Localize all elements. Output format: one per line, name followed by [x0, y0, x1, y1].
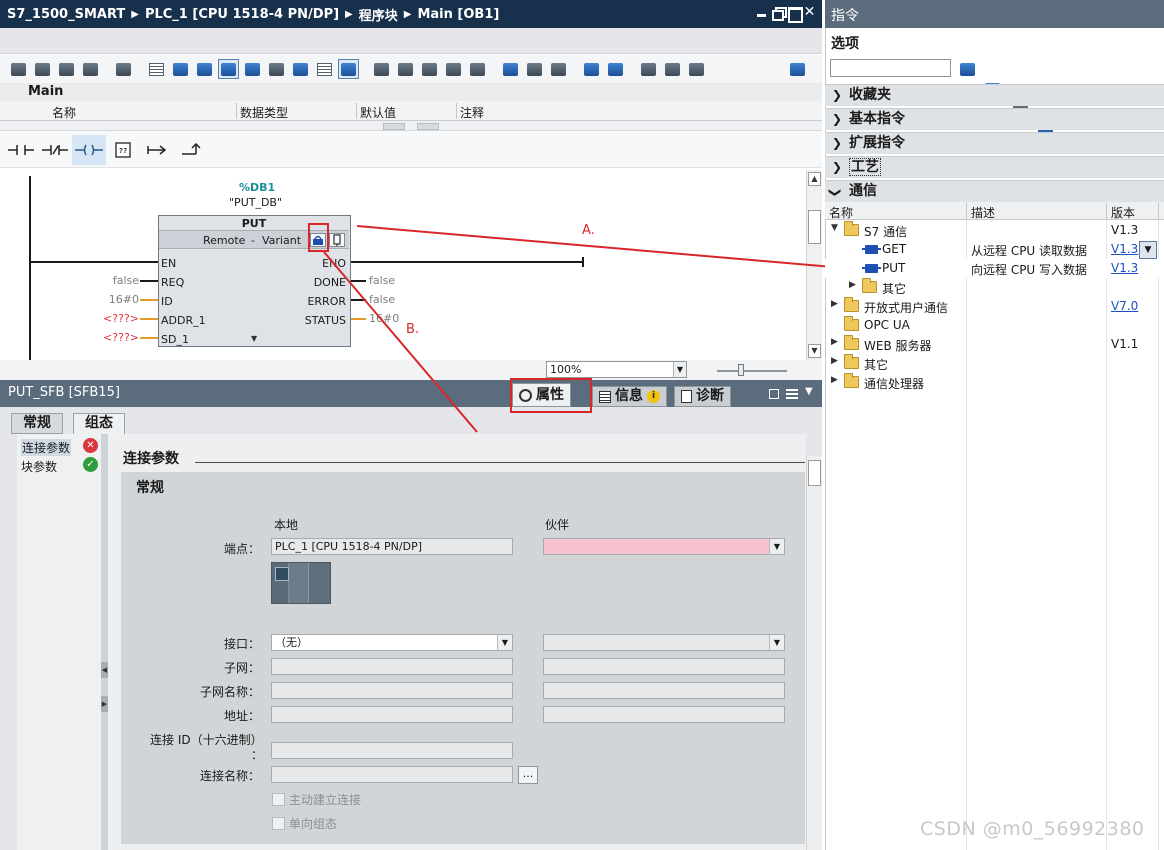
instruction-name: 其它: [882, 282, 907, 296]
watermark-text: CSDN @m0_56992380: [920, 818, 1145, 840]
annotation-box-properties-tab: [510, 378, 592, 413]
instruction-row[interactable]: ▶ WEB 服务器 V1.1: [825, 335, 1164, 354]
section-favorites-label: 收藏夹: [849, 87, 891, 103]
expand-open-icon[interactable]: ▼: [831, 223, 838, 233]
instruction-version: V1.3: [1111, 223, 1139, 237]
search-down-icon[interactable]: [957, 59, 978, 79]
instruction-description: 从远程 CPU 读取数据: [971, 244, 1088, 258]
instruction-name: OPC UA: [864, 318, 910, 332]
instruction-row[interactable]: ▶ 通信处理器: [825, 373, 1164, 392]
instruction-name: 开放式用户通信: [864, 301, 949, 315]
section-basic-label: 基本指令: [849, 111, 905, 127]
function-block-icon: [862, 264, 881, 273]
column-name[interactable]: 名称: [829, 204, 853, 221]
instruction-version[interactable]: V7.0: [1111, 299, 1138, 313]
expand-closed-icon[interactable]: ▶: [831, 356, 838, 366]
expand-closed-icon[interactable]: ▶: [849, 280, 856, 290]
folder-icon: [844, 335, 859, 350]
instruction-row[interactable]: ▶ 开放式用户通信 V7.0: [825, 297, 1164, 316]
expand-closed-icon[interactable]: ▶: [831, 375, 838, 385]
section-extended-instructions[interactable]: ❯ 扩展指令: [825, 132, 1164, 154]
function-block-icon: [862, 245, 881, 254]
options-label: 选项: [831, 36, 859, 52]
folder-icon: [844, 297, 859, 312]
chevron-right-icon: ❯: [832, 160, 843, 174]
annotation-label-b: B.: [406, 322, 420, 337]
column-description[interactable]: 描述: [971, 204, 995, 221]
instruction-name: S7 通信: [864, 225, 908, 239]
section-favorites[interactable]: ❯ 收藏夹: [825, 84, 1164, 106]
section-technology[interactable]: ❯ 工艺: [825, 156, 1164, 178]
instruction-name: 其它: [864, 358, 889, 372]
instruction-table-header: 名称 描述 版本: [825, 202, 1164, 220]
instruction-row[interactable]: PUT 向远程 CPU 写入数据 V1.3: [825, 259, 1164, 278]
instruction-version: V1.1: [1111, 337, 1139, 351]
annotation-arrow-a: [356, 225, 857, 270]
expand-closed-icon[interactable]: ▶: [831, 299, 838, 309]
section-communication-label: 通信: [849, 183, 877, 199]
instruction-row[interactable]: OPC UA: [825, 316, 1164, 335]
chevron-right-icon: ❯: [832, 88, 843, 102]
instruction-name: 通信处理器: [864, 377, 925, 391]
instruction-row[interactable]: GET 从远程 CPU 读取数据 V1.3: [825, 240, 1164, 259]
instruction-row[interactable]: ▶ 其它: [825, 354, 1164, 373]
annotation-box-config-icon: [308, 223, 329, 252]
folder-icon: [844, 354, 859, 369]
chevron-right-icon: ❯: [832, 112, 843, 126]
instruction-row[interactable]: ▼ S7 通信 V1.3: [825, 221, 1164, 240]
instruction-name: GET: [882, 242, 907, 256]
instructions-panel-title: 指令: [825, 0, 1164, 28]
version-dropdown-icon[interactable]: ▼: [1139, 241, 1157, 259]
instruction-version[interactable]: V1.3: [1111, 261, 1138, 275]
section-basic-instructions[interactable]: ❯ 基本指令: [825, 108, 1164, 130]
instruction-row[interactable]: ▶ 其它: [825, 278, 1164, 297]
tia-portal-window: S7_1500_SMART ▶ PLC_1 [CPU 1518-4 PN/DP]…: [0, 0, 1164, 850]
instruction-name: WEB 服务器: [864, 339, 932, 353]
section-technology-label: 工艺: [849, 158, 881, 176]
annotation-arrow-b: [323, 251, 478, 433]
instruction-description: 向远程 CPU 写入数据: [971, 263, 1088, 277]
instruction-version[interactable]: V1.3: [1111, 242, 1138, 256]
folder-icon: [862, 278, 877, 293]
chevron-down-icon: ❯: [828, 187, 843, 198]
section-extended-label: 扩展指令: [849, 135, 905, 151]
column-version[interactable]: 版本: [1111, 204, 1135, 221]
instruction-search-input[interactable]: [830, 59, 951, 77]
instruction-name: PUT: [882, 261, 906, 275]
folder-icon: [844, 316, 859, 331]
chevron-right-icon: ❯: [832, 136, 843, 150]
annotation-label-a: A.: [582, 223, 595, 238]
expand-closed-icon[interactable]: ▶: [831, 337, 838, 347]
folder-icon: [844, 221, 859, 236]
folder-icon: [844, 373, 859, 388]
section-communication[interactable]: ❯ 通信: [825, 180, 1164, 202]
